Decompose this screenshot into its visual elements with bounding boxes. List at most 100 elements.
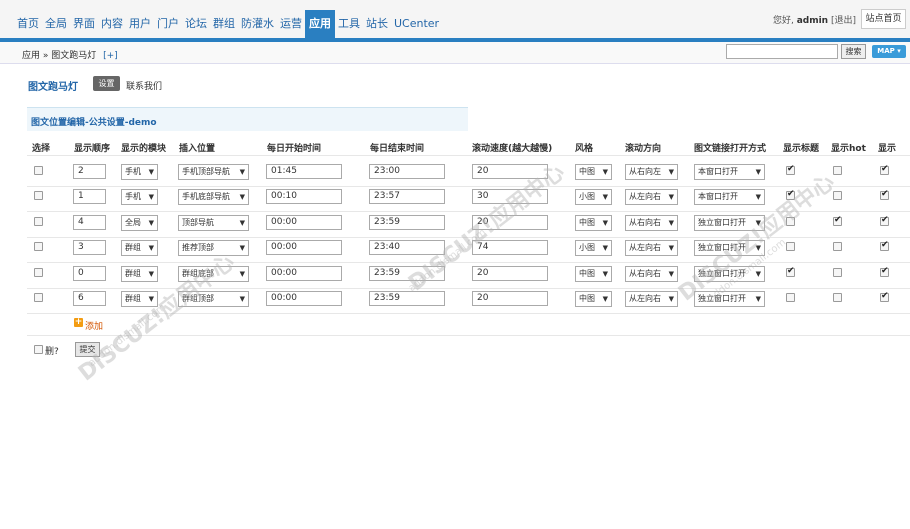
col-header-end-time: 每日结束时间 <box>370 144 425 154</box>
nav-item-portal[interactable]: 门户 <box>154 10 182 38</box>
show-title-checkbox[interactable] <box>786 164 795 175</box>
show-title-checkbox[interactable] <box>786 242 795 251</box>
show-checkbox[interactable] <box>880 291 889 302</box>
show-checkbox[interactable] <box>880 189 889 200</box>
position-select[interactable]: 手机顶部导航 ▼ <box>178 164 249 180</box>
row-select-checkbox[interactable] <box>34 166 43 175</box>
position-select[interactable]: 手机底部导航 ▼ <box>178 189 249 205</box>
direction-select[interactable]: 从右向右 ▼ <box>625 215 678 231</box>
nav-item-interface[interactable]: 界面 <box>70 10 98 38</box>
nav-item-tools[interactable]: 工具 <box>335 10 363 38</box>
nav-item-home[interactable]: 首页 <box>14 10 42 38</box>
col-header-position: 插入位置 <box>179 144 216 154</box>
order-input[interactable]: 4 <box>73 215 106 230</box>
show-hot-checkbox[interactable] <box>833 293 842 302</box>
module-value: 手机 <box>125 167 141 176</box>
nav-item-global[interactable]: 全局 <box>42 10 70 38</box>
col-header-show-title: 显示标题 <box>783 144 820 154</box>
order-input[interactable]: 3 <box>73 240 106 255</box>
order-input[interactable]: 1 <box>73 189 106 204</box>
nav-item-group[interactable]: 群组 <box>210 10 238 38</box>
style-select[interactable]: 中图 ▼ <box>575 215 612 231</box>
speed-input[interactable]: 20 <box>472 291 548 306</box>
order-input[interactable]: 0 <box>73 266 106 281</box>
chevron-down-icon: ▼ <box>148 168 154 176</box>
site-home-button[interactable]: 站点首页 <box>861 9 906 29</box>
row-select-checkbox[interactable] <box>34 217 43 226</box>
chevron-down-icon: ▼ <box>668 244 674 252</box>
end-time-input[interactable]: 23:59 <box>369 215 445 230</box>
open-mode-select[interactable]: 本窗口打开 ▼ <box>694 189 765 205</box>
direction-select[interactable]: 从左向右 ▼ <box>625 240 678 256</box>
speed-input[interactable]: 20 <box>472 266 548 281</box>
table-row-divider <box>27 262 910 263</box>
show-hot-checkbox[interactable] <box>833 215 842 226</box>
map-button[interactable]: MAP ▾ <box>872 45 906 58</box>
end-time-input[interactable]: 23:00 <box>369 164 445 179</box>
show-title-checkbox[interactable] <box>786 266 795 277</box>
show-checkbox[interactable] <box>880 240 889 251</box>
end-time-input[interactable]: 23:59 <box>369 291 445 306</box>
add-row-link[interactable]: 添加 <box>85 319 103 332</box>
show-checkbox[interactable] <box>880 266 889 277</box>
row-select-checkbox[interactable] <box>34 191 43 200</box>
start-time-input[interactable]: 01:45 <box>266 164 342 179</box>
show-title-checkbox[interactable] <box>786 293 795 302</box>
order-input[interactable]: 2 <box>73 164 106 179</box>
start-time-input[interactable]: 00:00 <box>266 215 342 230</box>
style-select[interactable]: 中图 ▼ <box>575 291 612 307</box>
row-select-checkbox[interactable] <box>34 242 43 251</box>
module-select[interactable]: 群组 ▼ <box>121 266 158 282</box>
direction-select[interactable]: 从右向右 ▼ <box>625 266 678 282</box>
show-hot-checkbox[interactable] <box>833 268 842 277</box>
style-select[interactable]: 小图 ▼ <box>575 240 612 256</box>
nav-item-apps[interactable]: 应用 <box>305 10 335 38</box>
show-hot-checkbox[interactable] <box>833 166 842 175</box>
open-mode-select[interactable]: 本窗口打开 ▼ <box>694 164 765 180</box>
start-time-input[interactable]: 00:00 <box>266 291 342 306</box>
nav-item-content[interactable]: 内容 <box>98 10 126 38</box>
style-select[interactable]: 小图 ▼ <box>575 189 612 205</box>
search-button[interactable]: 搜索 <box>841 44 866 59</box>
position-select[interactable]: 顶部导航 ▼ <box>178 215 249 231</box>
nav-item-forum[interactable]: 论坛 <box>182 10 210 38</box>
module-select[interactable]: 全局 ▼ <box>121 215 158 231</box>
direction-select[interactable]: 从左向右 ▼ <box>625 189 678 205</box>
direction-value: 从左向右 <box>629 294 661 303</box>
direction-select[interactable]: 从左向右 ▼ <box>625 291 678 307</box>
show-checkbox[interactable] <box>880 215 889 226</box>
logout-link[interactable]: [退出] <box>831 16 856 26</box>
end-time-input[interactable]: 23:57 <box>369 189 445 204</box>
show-checkbox[interactable] <box>880 164 889 175</box>
direction-select[interactable]: 从右向左 ▼ <box>625 164 678 180</box>
footer-divider <box>27 335 910 336</box>
nav-item-admin[interactable]: 站长 <box>363 10 391 38</box>
style-select[interactable]: 中图 ▼ <box>575 266 612 282</box>
start-time-input[interactable]: 00:00 <box>266 240 342 255</box>
module-select[interactable]: 手机 ▼ <box>121 164 158 180</box>
order-input[interactable]: 6 <box>73 291 106 306</box>
row-select-checkbox[interactable] <box>34 293 43 302</box>
tab-settings[interactable]: 设置 <box>93 76 120 91</box>
chevron-down-icon: ▼ <box>668 168 674 176</box>
nav-item-antispam[interactable]: 防灌水 <box>238 10 277 38</box>
start-time-input[interactable]: 00:10 <box>266 189 342 204</box>
chevron-down-icon: ▼ <box>239 193 245 201</box>
start-time-input[interactable]: 00:00 <box>266 266 342 281</box>
nav-item-ucenter[interactable]: UCenter <box>391 10 442 38</box>
style-select[interactable]: 中图 ▼ <box>575 164 612 180</box>
search-input[interactable] <box>726 44 838 59</box>
module-select[interactable]: 手机 ▼ <box>121 189 158 205</box>
row-select-checkbox[interactable] <box>34 268 43 277</box>
add-shortcut-link[interactable]: [+] <box>103 51 118 61</box>
delete-checkbox[interactable] <box>34 345 43 354</box>
breadcrumb-text: 应用 » 图文跑马灯 <box>22 51 97 61</box>
tab-contact[interactable]: 联系我们 <box>126 79 162 92</box>
col-header-show: 显示 <box>878 144 897 154</box>
module-select[interactable]: 群组 ▼ <box>121 240 158 256</box>
add-icon[interactable]: + <box>74 318 83 327</box>
breadcrumb: 应用 » 图文跑马灯 [+] <box>22 48 118 61</box>
nav-item-users[interactable]: 用户 <box>126 10 154 38</box>
show-hot-checkbox[interactable] <box>833 242 842 251</box>
nav-item-operation[interactable]: 运营 <box>277 10 305 38</box>
